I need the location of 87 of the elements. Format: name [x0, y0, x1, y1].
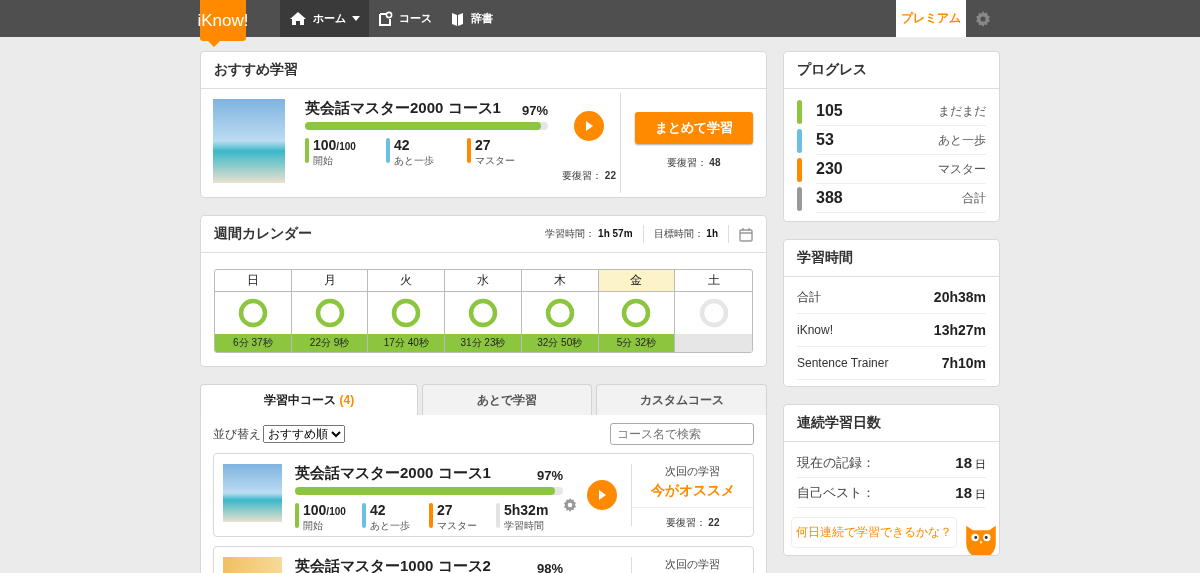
card-title: 学習時間 [797, 249, 853, 267]
play-button[interactable] [574, 111, 604, 141]
next-study-label: 次回の学習 [665, 557, 720, 572]
day-unit: 日 [975, 487, 986, 500]
streak-value: 18 [955, 453, 972, 471]
card-title: おすすめ学習 [214, 61, 298, 79]
goal-time-text: 目標時間： 1h [653, 227, 718, 241]
review-count: 要復習： 22 [562, 169, 616, 183]
progress-count: 53 [816, 131, 834, 149]
progress-count: 388 [816, 189, 843, 207]
sort-dropdown[interactable]: おすすめ順 [263, 425, 345, 443]
stat-label: 開始 [313, 154, 334, 168]
next-study-label: 次回の学習 [665, 464, 720, 479]
course-title[interactable]: 英会話マスター2000 コース1 [295, 464, 491, 483]
calendar-icon[interactable] [739, 226, 753, 242]
stat-value: 27 [437, 502, 453, 518]
time-label: iKnow! [797, 323, 834, 337]
day-header: 火 [368, 270, 445, 292]
day-time: 6分 37秒 [215, 334, 291, 352]
settings-icon[interactable] [975, 10, 991, 27]
stat-total: /100 [326, 506, 346, 517]
progress-label: 合計 [962, 189, 986, 207]
speech-bubble: 何日連続で学習できるかな？ [791, 517, 957, 548]
course-tab[interactable]: 学習中コース (4) [200, 384, 418, 415]
streak-label: 現在の記録： [797, 453, 875, 472]
play-button[interactable] [587, 480, 617, 510]
day-header: 木 [521, 270, 598, 292]
day-time: 5分 32秒 [598, 334, 675, 352]
course-title[interactable]: 英会話マスター1000 コース2 [295, 557, 491, 573]
percent-text: 97% [521, 103, 548, 118]
nav-item[interactable]: 辞書 [441, 0, 502, 37]
day-header: 日 [215, 270, 291, 292]
day-header: 月 [291, 270, 368, 292]
streak-value: 18 [955, 483, 972, 501]
card-title: プログレス [797, 61, 867, 79]
progress-count: 105 [816, 102, 843, 120]
review-count: 要復習： 48 [666, 156, 721, 170]
settings-icon[interactable] [563, 498, 577, 512]
day-time: 22分 9秒 [291, 334, 368, 352]
document-icon [378, 10, 393, 27]
stat-label: 開始 [303, 519, 324, 533]
home-icon [289, 11, 307, 26]
stat-value: 100 [303, 502, 327, 518]
time-value: 7h10m [941, 355, 986, 371]
time-label: 合計 [797, 288, 821, 306]
course-title[interactable]: 英会話マスター2000 コース1 [305, 99, 501, 118]
percent-text: 97% [536, 468, 563, 483]
stat-value: 5h32m [504, 502, 549, 518]
card-title: 連続学習日数 [797, 414, 881, 432]
day-header: 金 [598, 270, 675, 292]
stat-label: 学習時間 [504, 519, 545, 533]
stat-value: 27 [475, 137, 491, 153]
stat-label: マスター [475, 154, 515, 168]
photo-placeholder [223, 464, 282, 522]
study-time-text: 学習時間： 1h 57m [545, 227, 633, 241]
stat-label: あと一歩 [394, 154, 434, 168]
percent-text: 98% [536, 561, 563, 573]
next-study-text: 今がオススメ [650, 482, 735, 500]
nav-item[interactable]: コース [369, 0, 441, 37]
time-value: 13h27m [933, 322, 986, 338]
card-title: 週間カレンダー [214, 225, 312, 243]
streak-label: 自己ベスト： [797, 483, 875, 502]
stat-total: /100 [336, 141, 356, 152]
sort-label: 並び替え [213, 425, 261, 443]
stat-label: あと一歩 [370, 519, 410, 533]
stat-value: 100 [313, 137, 337, 153]
day-time: 17分 40秒 [368, 334, 445, 352]
day-header: 水 [445, 270, 521, 292]
progress-label: マスター [938, 160, 986, 178]
course-tab[interactable]: カスタムコース [596, 384, 767, 415]
day-time: 31分 23秒 [445, 334, 521, 352]
day-unit: 日 [975, 457, 986, 470]
progress-label: まだまだ [938, 102, 986, 120]
stat-value: 42 [394, 137, 410, 153]
time-label: Sentence Trainer [797, 356, 889, 370]
progress-label: あと一歩 [938, 131, 986, 149]
day-time: 32分 50秒 [521, 334, 598, 352]
book-icon [450, 10, 465, 27]
progress-count: 230 [816, 160, 843, 178]
review-count: 要復習： 22 [665, 517, 720, 528]
search-field[interactable]: コース名で検索 [610, 423, 754, 445]
course-tab[interactable]: あとで学習 [421, 384, 593, 415]
stat-label: マスター [437, 519, 477, 533]
nav-item[interactable]: ホーム [280, 0, 369, 37]
day-header: 土 [675, 270, 752, 292]
time-value: 20h38m [933, 289, 986, 305]
stat-value: 42 [370, 502, 386, 518]
